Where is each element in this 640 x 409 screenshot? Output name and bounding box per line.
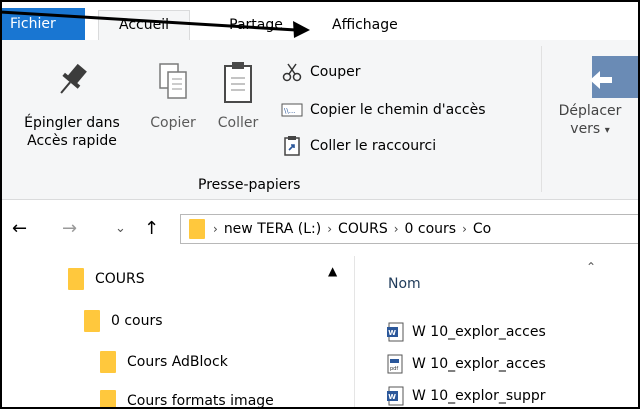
file-list-pane: ⌃ Nom W W 10_explor_acces pdf W 10_explo… — [356, 256, 638, 407]
copy-button[interactable]: Copier — [140, 60, 206, 132]
navigation-bar: ← → ⌄ ↑ › new TERA (L:) › COURS › 0 cour… — [2, 212, 638, 246]
ribbon-home: Épingler dans Accès rapide Copier Coller — [2, 40, 638, 200]
file-name: W 10_explor_acces — [412, 324, 546, 340]
svg-text:\\...: \\... — [284, 107, 295, 115]
move-to-label-line1: Déplacer — [558, 103, 622, 119]
pin-icon — [60, 63, 87, 94]
move-to-dropdown-arrow-icon: ▾ — [604, 125, 610, 136]
svg-text:W: W — [388, 329, 396, 337]
copy-path-icon: \\... — [280, 100, 304, 120]
paste-label: Coller — [217, 115, 259, 131]
move-to-icon — [590, 56, 638, 98]
cut-button[interactable]: Couper — [280, 60, 360, 84]
tree-item-cours-adblock[interactable]: Cours AdBlock — [100, 349, 228, 375]
breadcrumb-separator-icon: › — [393, 222, 399, 236]
recent-locations-chevron-icon[interactable]: ⌄ — [115, 221, 126, 236]
copy-icon — [159, 63, 187, 99]
pdf-document-icon: pdf — [387, 354, 403, 374]
breadcrumb-0-cours[interactable]: 0 cours — [405, 221, 457, 237]
clipboard-icon — [224, 62, 252, 103]
tree-item-0-cours[interactable]: 0 cours — [84, 308, 163, 334]
folder-icon — [189, 219, 205, 239]
navigation-pane: ▲ COURS 0 cours Cours AdBlock Cours form… — [2, 256, 354, 407]
forward-arrow-icon[interactable]: → — [62, 218, 77, 239]
file-name: W 10_explor_suppr — [412, 388, 546, 404]
tab-file[interactable]: Fichier — [2, 8, 85, 40]
file-row[interactable]: pdf W 10_explor_acces — [386, 352, 546, 376]
tree-item-label: Cours AdBlock — [127, 354, 228, 370]
tree-item-label: Cours formats image — [127, 393, 274, 409]
tab-home[interactable]: Accueil — [98, 10, 190, 41]
breadcrumb-separator-icon: › — [327, 222, 333, 236]
breadcrumb-separator-icon: › — [213, 222, 218, 236]
sort-ascending-icon: ⌃ — [586, 260, 597, 274]
folder-icon — [100, 351, 116, 373]
copy-path-button[interactable]: \\... Copier le chemin d'accès — [280, 98, 486, 122]
file-row[interactable]: W W 10_explor_acces — [386, 320, 546, 344]
tree-item-cours-formats-image[interactable]: Cours formats image — [100, 388, 274, 409]
move-to-label-line2: vers ▾ — [542, 120, 638, 140]
explorer-window: Fichier Accueil Partage Affichage Épingl… — [0, 0, 640, 409]
folder-icon — [84, 310, 100, 332]
clipboard-group-label: Presse-papiers — [198, 177, 301, 193]
tree-item-label: 0 cours — [111, 313, 163, 329]
move-to-label: vers — [570, 121, 601, 137]
word-document-icon: W — [387, 322, 404, 342]
tree-item-label: COURS — [95, 271, 145, 287]
scissors-icon — [280, 62, 304, 82]
file-row[interactable]: W W 10_explor_suppr — [386, 384, 546, 407]
pin-label-line2: Accès rapide — [27, 133, 117, 149]
copy-path-label: Copier le chemin d'accès — [310, 102, 486, 118]
pin-label-line1: Épingler dans — [24, 115, 120, 131]
paste-shortcut-button[interactable]: Coller le raccourci — [280, 134, 436, 158]
scroll-up-icon[interactable]: ▲ — [328, 264, 337, 278]
tab-view[interactable]: Affichage — [324, 11, 414, 40]
tree-item-cours[interactable]: COURS — [68, 266, 145, 292]
folder-icon — [100, 390, 116, 407]
address-bar[interactable]: › new TERA (L:) › COURS › 0 cours › Co — [180, 214, 638, 244]
pin-quick-access-button[interactable]: Épingler dans Accès rapide — [2, 60, 142, 150]
ribbon-tab-bar: Fichier Accueil Partage Affichage — [2, 2, 638, 41]
copy-label: Copier — [150, 115, 196, 131]
paste-shortcut-label: Coller le raccourci — [310, 138, 437, 154]
breadcrumb-cours[interactable]: COURS — [338, 221, 388, 237]
breadcrumb-separator-icon: › — [462, 222, 467, 236]
svg-text:pdf: pdf — [390, 366, 398, 372]
word-document-icon: W — [387, 386, 404, 406]
paste-shortcut-icon — [280, 136, 304, 156]
svg-text:W: W — [388, 393, 396, 401]
breadcrumb-drive[interactable]: new TERA (L:) — [224, 221, 321, 237]
pane-divider[interactable] — [354, 256, 355, 407]
column-header-name[interactable]: Nom — [388, 276, 421, 292]
up-arrow-icon[interactable]: ↑ — [144, 218, 159, 239]
breadcrumb-current[interactable]: Co — [473, 221, 491, 237]
back-arrow-icon[interactable]: ← — [12, 218, 27, 239]
tab-share[interactable]: Partage — [214, 11, 298, 40]
move-to-button[interactable]: Déplacer vers ▾ — [542, 56, 638, 140]
file-name: W 10_explor_acces — [412, 356, 546, 372]
cut-label: Couper — [310, 64, 361, 80]
paste-button[interactable]: Coller — [207, 60, 269, 132]
folder-icon — [68, 268, 84, 290]
